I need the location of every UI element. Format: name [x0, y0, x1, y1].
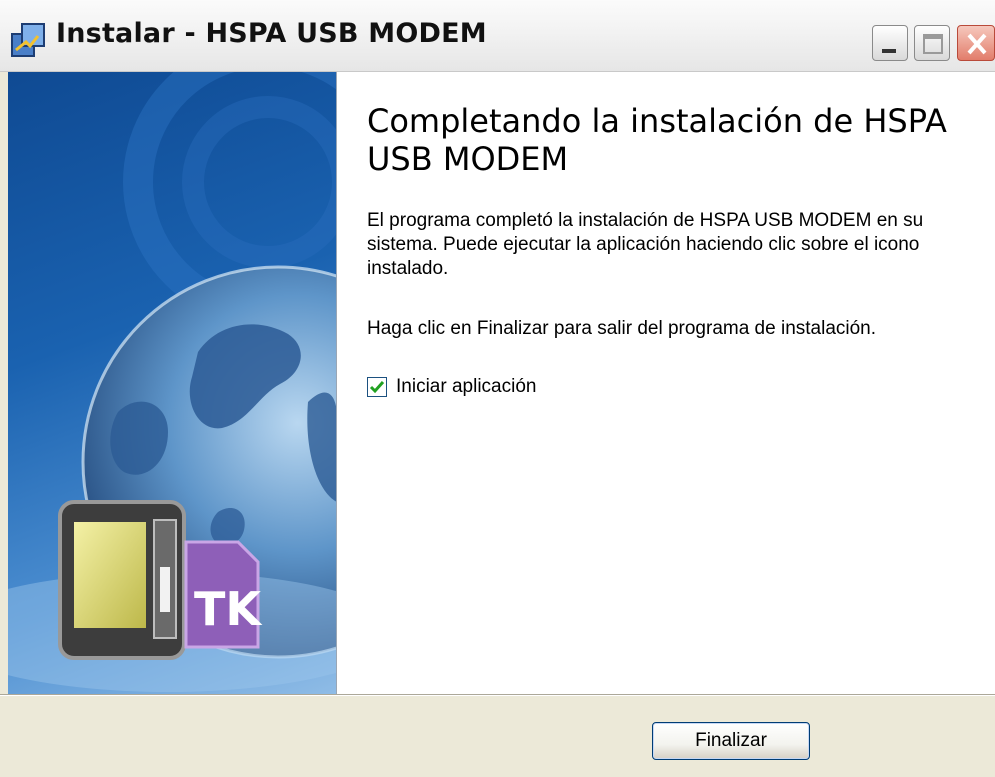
window-frame — [0, 72, 8, 694]
finish-button[interactable]: Finalizar — [652, 722, 810, 760]
banner-logo-text: TK — [194, 582, 263, 636]
content-panel: Completando la instalación de HSPA USB M… — [337, 72, 995, 694]
finish-instruction: Haga clic en Finalizar para salir del pr… — [367, 318, 877, 339]
footer-divider — [0, 694, 995, 696]
completion-message: El programa completó la instalación de H… — [367, 210, 924, 279]
launch-app-checkbox[interactable] — [367, 377, 387, 397]
launch-app-label: Iniciar aplicación — [396, 376, 537, 397]
minimize-button[interactable] — [872, 25, 908, 61]
installer-icon — [11, 23, 45, 57]
minimize-icon — [882, 49, 896, 53]
title-bar[interactable]: Instalar - HSPA USB MODEM — [0, 0, 995, 72]
banner-image: TK — [8, 72, 337, 694]
close-icon — [967, 33, 987, 55]
page-title: Completando la instalación de HSPA USB M… — [367, 102, 947, 178]
checkmark-icon — [369, 381, 385, 394]
maximize-icon — [923, 34, 943, 54]
launch-app-option[interactable]: Iniciar aplicación — [367, 375, 536, 399]
maximize-button[interactable] — [914, 25, 950, 61]
window-title: Instalar - HSPA USB MODEM — [56, 18, 487, 49]
globe-modem-banner: TK — [8, 72, 336, 692]
close-button[interactable] — [957, 25, 995, 61]
